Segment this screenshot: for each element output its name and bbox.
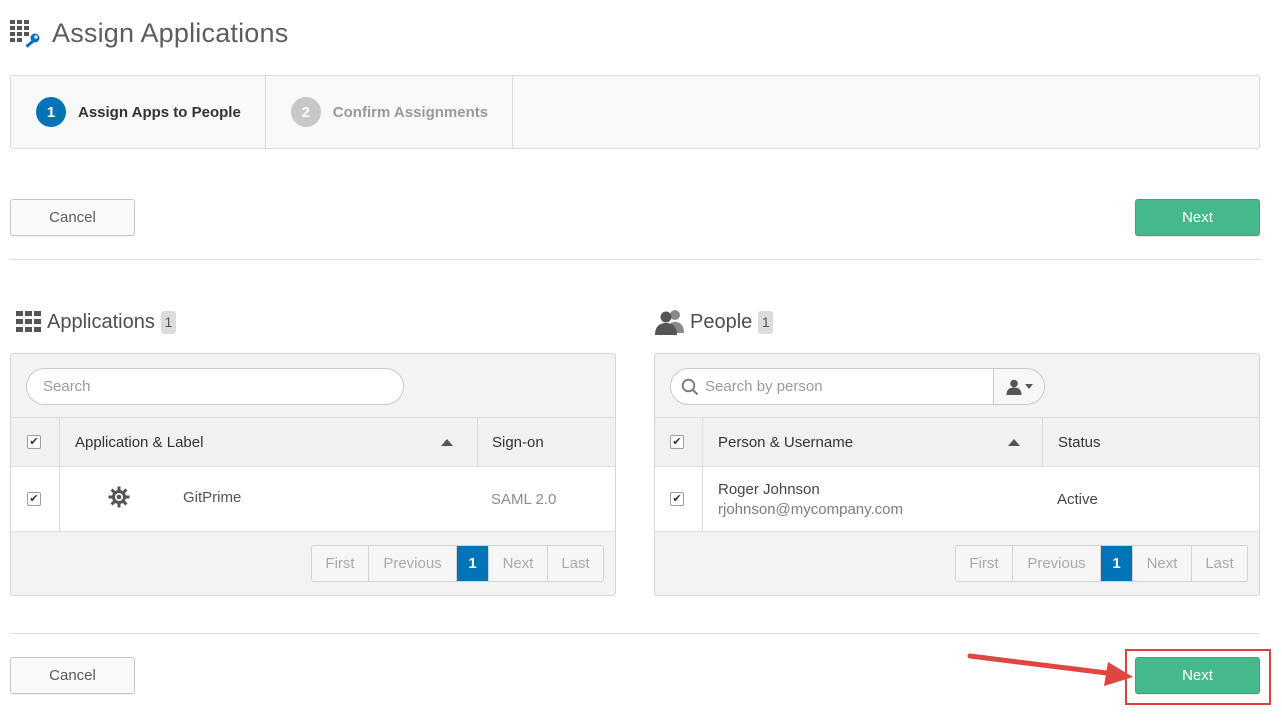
user-icon [1006, 379, 1022, 395]
people-icon [655, 309, 685, 335]
wizard-step-1[interactable]: 1 Assign Apps to People [11, 76, 266, 148]
applications-header: Applications 1 [16, 308, 176, 336]
cancel-button-bottom[interactable]: Cancel [10, 657, 135, 694]
annotation-highlight-box [1125, 649, 1271, 705]
column-application-label[interactable]: Application & Label [59, 418, 477, 466]
caret-down-icon [1024, 384, 1033, 389]
page-next[interactable]: Next [1133, 546, 1192, 581]
select-all-checkbox[interactable]: ✔ [670, 418, 684, 466]
row-checkbox[interactable]: ✔ [670, 467, 684, 531]
applications-title: Applications [47, 310, 155, 333]
app-name: GitPrime [183, 488, 242, 506]
row-checkbox[interactable]: ✔ [27, 467, 41, 531]
checkbox[interactable]: ✔ [670, 435, 684, 449]
sort-asc-icon[interactable] [1008, 438, 1020, 446]
page-header: Assign Applications [10, 16, 288, 50]
page-last[interactable]: Last [548, 546, 603, 581]
page-first[interactable]: First [312, 546, 369, 581]
applications-search-input[interactable] [43, 369, 387, 404]
divider [10, 633, 1260, 634]
person-name: Roger Johnson [718, 480, 820, 498]
column-person-username[interactable]: Person & Username [702, 418, 1042, 466]
applications-pagination: First Previous 1 Next Last [311, 545, 604, 582]
page-last[interactable]: Last [1192, 546, 1247, 581]
applications-search [26, 368, 404, 405]
column-sign-on[interactable]: Sign-on [477, 418, 615, 466]
sort-asc-icon[interactable] [441, 438, 453, 446]
page-title: Assign Applications [52, 17, 289, 48]
checkbox[interactable]: ✔ [27, 492, 41, 506]
divider [10, 259, 1260, 260]
page-first[interactable]: First [956, 546, 1013, 581]
people-search [670, 368, 1045, 405]
page-previous[interactable]: Previous [1013, 546, 1101, 581]
people-search-input[interactable] [705, 369, 990, 404]
app-signon: SAML 2.0 [491, 490, 557, 508]
gear-icon [108, 465, 130, 529]
step-number: 1 [36, 97, 66, 127]
person-filter-dropdown[interactable] [993, 369, 1044, 404]
grid-icon [16, 311, 42, 333]
people-panel: ✔ Person & Username Status ✔ Roger Johns… [654, 353, 1260, 596]
person-username: rjohnson@mycompany.com [718, 500, 904, 518]
applications-table-header: ✔ Application & Label Sign-on [11, 417, 615, 467]
people-count-badge: 1 [758, 310, 774, 334]
table-row[interactable]: ✔ GitPrime SAML 2.0 [11, 467, 615, 532]
annotation-arrow-icon [967, 653, 1133, 686]
person-cell: Roger Johnson rjohnson@mycompany.com [718, 467, 903, 531]
wizard-step-2[interactable]: 2 Confirm Assignments [266, 76, 514, 148]
page-current[interactable]: 1 [457, 546, 489, 581]
page-current[interactable]: 1 [1101, 546, 1133, 581]
page-next[interactable]: Next [489, 546, 548, 581]
applications-count-badge: 1 [160, 310, 176, 334]
applications-panel: ✔ Application & Label Sign-on ✔ [10, 353, 616, 596]
column-status[interactable]: Status [1042, 418, 1259, 466]
select-all-checkbox[interactable]: ✔ [27, 418, 41, 466]
step-label: Confirm Assignments [332, 103, 489, 121]
cancel-button-top[interactable]: Cancel [10, 199, 135, 236]
checkbox[interactable]: ✔ [670, 492, 684, 506]
people-header: People 1 [655, 308, 774, 336]
people-table-header: ✔ Person & Username Status [655, 417, 1259, 467]
checkbox[interactable]: ✔ [27, 435, 41, 449]
person-status: Active [1057, 490, 1098, 508]
apps-key-icon [10, 18, 42, 48]
search-icon [681, 378, 699, 396]
page-previous[interactable]: Previous [369, 546, 457, 581]
wizard-steps: 1 Assign Apps to People 2 Confirm Assign… [10, 75, 1260, 149]
step-number: 2 [290, 97, 321, 127]
people-title: People [690, 310, 753, 333]
people-pagination: First Previous 1 Next Last [955, 545, 1248, 582]
next-button-top[interactable]: Next [1135, 199, 1260, 236]
step-label: Assign Apps to People [78, 103, 241, 121]
table-row[interactable]: ✔ Roger Johnson rjohnson@mycompany.com A… [655, 467, 1259, 532]
